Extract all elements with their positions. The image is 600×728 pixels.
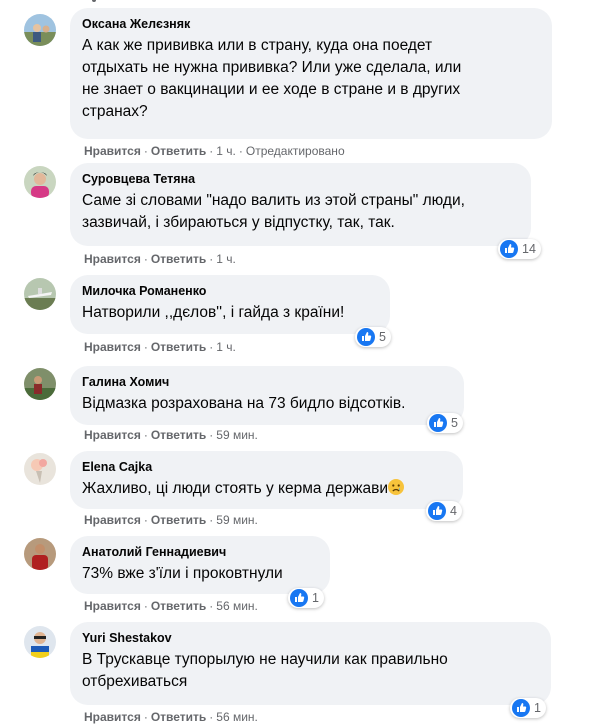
comment-bubble: Анатолий Геннадиевич 73% вже з'їли і про… [70, 536, 330, 594]
comment-bubble: Суровцева Тетяна Саме зі словами "надо в… [70, 163, 531, 246]
avatar-image [24, 626, 56, 658]
comment-time[interactable]: 1 ч. [216, 144, 236, 158]
comment-bubble: Милочка Романенко Натворили ,,дєлов'', і… [70, 275, 390, 334]
comment-time[interactable]: 59 мин. [216, 428, 258, 442]
comment-bubble: Yuri Shestakov В Трускавце тупорылую не … [70, 622, 551, 705]
reaction-number: 5 [379, 330, 386, 344]
separator-dot [92, 0, 96, 2]
like-link[interactable]: Нравится [84, 428, 141, 442]
avatar[interactable] [24, 278, 56, 310]
avatar[interactable] [24, 166, 56, 198]
comment-author[interactable]: Милочка Романенко [82, 283, 378, 299]
like-icon [512, 699, 530, 717]
like-link[interactable]: Нравится [84, 144, 141, 158]
like-icon [428, 502, 446, 520]
reaction-number: 4 [450, 504, 457, 518]
avatar-image [24, 453, 56, 485]
comment-author[interactable]: Yuri Shestakov [82, 630, 539, 646]
comment-bubble: Оксана Желєзняк А как же прививка или в … [70, 8, 552, 139]
reply-link[interactable]: Ответить [151, 428, 206, 442]
comment-author[interactable]: Галина Хомич [82, 374, 452, 390]
comment-actions: Нравится · Ответить · 1 ч. · Отредактировано [84, 144, 345, 158]
edited-label: Отредактировано [245, 144, 345, 158]
comment-text: А как же прививка или в страну, куда она… [82, 37, 462, 120]
comment-actions: Нравится · Ответить · 59 мин. [84, 428, 258, 442]
avatar[interactable] [24, 453, 56, 485]
comment-bubble: Галина Хомич Відмазка розрахована на 73 … [70, 366, 464, 425]
comment-actions: Нравится · Ответить · 59 мин. [84, 513, 258, 527]
reply-link[interactable]: Ответить [151, 599, 206, 613]
reaction-count[interactable]: 4 [426, 501, 462, 521]
comment-actions: Нравится · Ответить · 1 ч. [84, 340, 236, 354]
comment-bubble: Elena Cajka Жахливо, ці люди стоять у ке… [70, 451, 463, 509]
like-icon [290, 589, 308, 607]
comment-time[interactable]: 1 ч. [216, 340, 236, 354]
like-icon [429, 414, 447, 432]
reaction-count[interactable]: 14 [498, 239, 541, 259]
comment-time[interactable]: 59 мин. [216, 513, 258, 527]
comment-text: Відмазка розрахована на 73 бидло відсотк… [82, 395, 406, 412]
avatar-image [24, 14, 56, 46]
reaction-number: 1 [312, 591, 319, 605]
reaction-number: 1 [534, 701, 541, 715]
avatar-image [24, 368, 56, 400]
like-link[interactable]: Нравится [84, 599, 141, 613]
comment-author[interactable]: Elena Cajka [82, 459, 451, 475]
like-link[interactable]: Нравится [84, 340, 141, 354]
avatar-image [24, 278, 56, 310]
comment-text: 73% вже з'їли і проковтнули [82, 565, 283, 582]
comment-author[interactable]: Суровцева Тетяна [82, 171, 519, 187]
comment-actions: Нравится · Ответить · 1 ч. [84, 252, 236, 266]
reaction-number: 5 [451, 416, 458, 430]
like-link[interactable]: Нравится [84, 252, 141, 266]
avatar[interactable] [24, 14, 56, 46]
avatar[interactable] [24, 538, 56, 570]
reply-link[interactable]: Ответить [151, 252, 206, 266]
comment-actions: Нравится · Ответить · 56 мин. [84, 710, 258, 724]
comment-text: Саме зі словами "надо валить из этой стр… [82, 192, 465, 231]
comment-text: Жахливо, ці люди стоять у керма держави [82, 478, 451, 500]
reaction-count[interactable]: 5 [427, 413, 463, 433]
avatar[interactable] [24, 368, 56, 400]
reaction-number: 14 [522, 242, 536, 256]
reply-link[interactable]: Ответить [151, 340, 206, 354]
comment-time[interactable]: 1 ч. [216, 252, 236, 266]
comment-author[interactable]: Оксана Желєзняк [82, 16, 540, 32]
comment-time[interactable]: 56 мин. [216, 599, 258, 613]
reaction-count[interactable]: 5 [355, 327, 391, 347]
comment-text: Натворили ,,дєлов'', і гайда з країни! [82, 304, 345, 321]
reaction-count[interactable]: 1 [288, 588, 324, 608]
comment-text: В Трускавце тупорылую не научили как пра… [82, 651, 448, 690]
avatar-image [24, 538, 56, 570]
comment-actions: Нравится · Ответить · 56 мин. [84, 599, 258, 613]
avatar-image [24, 166, 56, 198]
reply-link[interactable]: Ответить [151, 513, 206, 527]
like-link[interactable]: Нравится [84, 710, 141, 724]
like-icon [500, 240, 518, 258]
reply-link[interactable]: Ответить [151, 144, 206, 158]
comment-time[interactable]: 56 мин. [216, 710, 258, 724]
sad-face-icon [388, 479, 404, 495]
like-link[interactable]: Нравится [84, 513, 141, 527]
like-icon [357, 328, 375, 346]
reaction-count[interactable]: 1 [510, 698, 546, 718]
comment-author[interactable]: Анатолий Геннадиевич [82, 544, 318, 560]
avatar[interactable] [24, 626, 56, 658]
reply-link[interactable]: Ответить [151, 710, 206, 724]
